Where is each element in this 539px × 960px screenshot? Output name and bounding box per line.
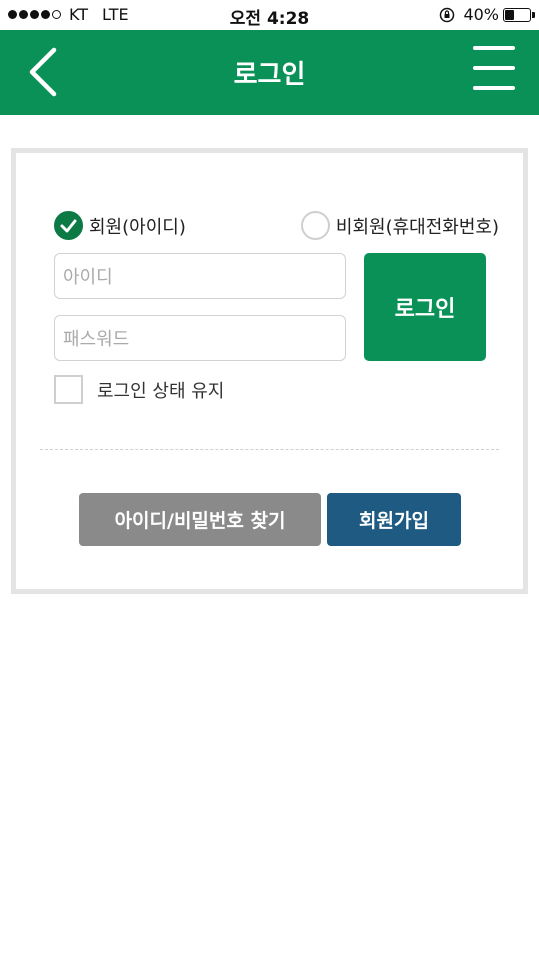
keep-logged-in-label: 로그인 상태 유지	[97, 380, 225, 402]
radio-checked-indicator	[54, 211, 83, 240]
member-type-selector: 회원(아이디) 비회원(휴대전화번호)	[54, 211, 499, 245]
radio-member[interactable]: 회원(아이디)	[54, 211, 186, 240]
status-right: 40%	[439, 5, 535, 24]
login-button[interactable]: 로그인	[364, 253, 486, 361]
id-input[interactable]: 아이디	[54, 253, 346, 299]
radio-member-label: 회원(아이디)	[89, 216, 186, 238]
battery-level	[505, 9, 514, 20]
keep-logged-in-checkbox[interactable]	[54, 375, 83, 404]
divider	[40, 449, 499, 450]
join-button[interactable]: 회원가입	[327, 493, 461, 546]
id-placeholder: 아이디	[63, 267, 113, 288]
login-card: 회원(아이디) 비회원(휴대전화번호) 아이디 패스워드 로그인 로그인 상태 …	[11, 148, 528, 594]
battery-icon	[503, 7, 535, 22]
hamburger-menu-icon	[473, 46, 517, 90]
radio-guest-label: 비회원(휴대전화번호)	[335, 216, 499, 238]
password-input[interactable]: 패스워드	[54, 315, 346, 361]
battery-percent: 40%	[463, 5, 499, 24]
orientation-lock-icon	[440, 7, 455, 22]
page-title: 로그인	[233, 60, 306, 90]
checkmark-icon	[60, 219, 77, 233]
password-placeholder: 패스워드	[63, 329, 130, 350]
menu-button[interactable]	[473, 46, 517, 92]
app-header: 로그인	[0, 30, 539, 115]
keep-logged-in[interactable]: 로그인 상태 유지	[54, 375, 224, 404]
find-id-password-button[interactable]: 아이디/비밀번호 찾기	[79, 493, 321, 546]
radio-guest[interactable]: 비회원(휴대전화번호)	[300, 211, 499, 240]
radio-unchecked-indicator	[300, 211, 330, 240]
status-bar: KT LTE 오전 4:28 40%	[0, 0, 539, 30]
